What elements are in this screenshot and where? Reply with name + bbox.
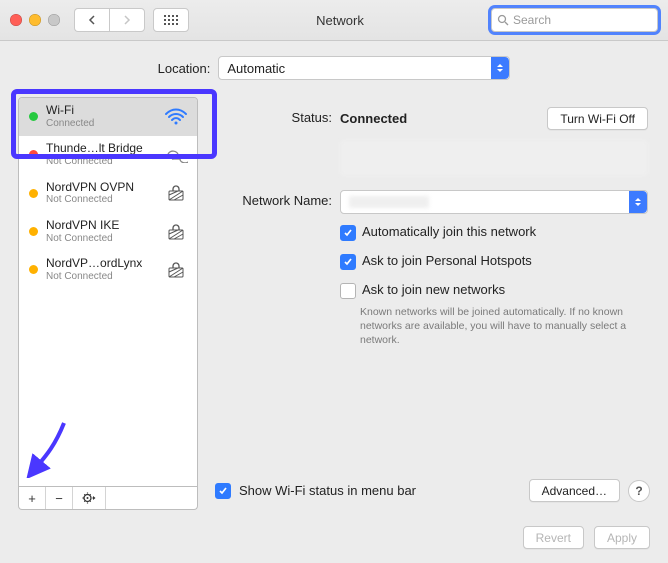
sidebar-item-vpn-ike[interactable]: NordVPN IKE Not Connected: [19, 213, 197, 251]
service-name: Wi-Fi: [46, 104, 155, 118]
new-networks-checkbox[interactable]: [340, 283, 356, 299]
service-sub: Not Connected: [46, 156, 155, 168]
vpn-lock-icon: [163, 223, 189, 241]
status-value: Connected: [340, 111, 407, 126]
menubar-checkbox[interactable]: [215, 483, 231, 499]
nav-back-forward: [74, 8, 145, 32]
auto-join-label: Automatically join this network: [362, 224, 536, 239]
hotspot-checkbox[interactable]: [340, 254, 356, 270]
network-name-row: Network Name:: [212, 190, 648, 214]
dropdown-caret-icon: [629, 191, 647, 213]
menubar-label: Show Wi-Fi status in menu bar: [239, 483, 416, 498]
sidebar: Wi-Fi Connected Thunde…lt Bridge Not Con…: [18, 97, 198, 510]
network-name-dropdown[interactable]: [340, 190, 648, 214]
vpn-lock-icon: [163, 261, 189, 279]
service-sub: Not Connected: [46, 233, 155, 245]
new-networks-row: Ask to join new networks: [340, 282, 648, 299]
action-bar-spacer: [106, 487, 197, 509]
sidebar-item-vpn-ovpn[interactable]: NordVPN OVPN Not Connected: [19, 175, 197, 213]
service-text: NordVP…ordLynx Not Connected: [46, 257, 155, 282]
network-name-value-redacted: [349, 196, 429, 208]
new-networks-label: Ask to join new networks: [362, 282, 505, 297]
status-dot-idle-icon: [29, 265, 38, 274]
apply-button[interactable]: Apply: [594, 526, 650, 549]
status-value-row: Connected Turn Wi-Fi Off: [340, 107, 648, 130]
window-title: Network: [197, 13, 483, 28]
back-button[interactable]: [74, 8, 109, 32]
forward-button[interactable]: [109, 8, 145, 32]
detail-panel: Status: Connected Turn Wi-Fi Off Network…: [212, 92, 650, 510]
gear-icon: [82, 492, 96, 504]
status-dot-off-icon: [29, 150, 38, 159]
help-button[interactable]: ?: [628, 480, 650, 502]
add-service-button[interactable]: +: [19, 487, 46, 509]
search-placeholder: Search: [513, 13, 551, 27]
search-icon: [497, 14, 509, 26]
status-dot-idle-icon: [29, 189, 38, 198]
service-options-button[interactable]: [73, 487, 106, 509]
service-list[interactable]: Wi-Fi Connected Thunde…lt Bridge Not Con…: [18, 97, 198, 487]
sidebar-item-wifi[interactable]: Wi-Fi Connected: [19, 98, 197, 136]
location-label: Location:: [158, 61, 211, 76]
status-detail-row: [212, 134, 648, 176]
service-action-bar: + −: [18, 487, 198, 510]
location-dropdown[interactable]: Automatic: [218, 56, 510, 80]
footer-buttons: Revert Apply: [523, 526, 650, 549]
wifi-off-button[interactable]: Turn Wi-Fi Off: [547, 107, 648, 130]
traffic-lights: [10, 14, 60, 26]
sidebar-item-vpn-lynx[interactable]: NordVP…ordLynx Not Connected: [19, 251, 197, 289]
hotspot-row: Ask to join Personal Hotspots: [340, 253, 648, 270]
titlebar: Network Search: [0, 0, 668, 41]
service-text: Wi-Fi Connected: [46, 104, 155, 129]
bottom-row: Show Wi-Fi status in menu bar Advanced… …: [215, 479, 650, 502]
service-sub: Not Connected: [46, 271, 155, 283]
close-window-icon[interactable]: [10, 14, 22, 26]
dropdown-caret-icon: [491, 57, 509, 79]
status-dot-idle-icon: [29, 227, 38, 236]
status-dot-connected-icon: [29, 112, 38, 121]
auto-join-row: Automatically join this network: [340, 224, 648, 241]
vpn-lock-icon: [163, 184, 189, 202]
status-label: Status:: [212, 107, 340, 125]
grid-icon: [164, 15, 178, 25]
new-networks-fineprint: Known networks will be joined automatica…: [360, 305, 638, 348]
minimize-window-icon[interactable]: [29, 14, 41, 26]
service-name: NordVP…ordLynx: [46, 257, 155, 271]
status-row: Status: Connected Turn Wi-Fi Off: [212, 107, 648, 130]
sidebar-item-thunderbolt[interactable]: Thunde…lt Bridge Not Connected: [19, 136, 197, 174]
service-sub: Not Connected: [46, 194, 155, 206]
thunderbolt-bridge-icon: [163, 147, 189, 163]
service-name: Thunde…lt Bridge: [46, 142, 155, 156]
revert-button[interactable]: Revert: [523, 526, 584, 549]
hotspot-label: Ask to join Personal Hotspots: [362, 253, 532, 268]
network-name-label: Network Name:: [212, 190, 340, 208]
show-all-button[interactable]: [153, 8, 189, 32]
status-detail-redacted: [340, 140, 648, 176]
advanced-button[interactable]: Advanced…: [529, 479, 620, 502]
location-row: Location: Automatic: [0, 41, 668, 92]
location-value: Automatic: [227, 61, 285, 76]
wifi-icon: [163, 108, 189, 126]
auto-join-checkbox[interactable]: [340, 225, 356, 241]
service-text: NordVPN IKE Not Connected: [46, 219, 155, 244]
search-field[interactable]: Search: [491, 8, 658, 32]
service-text: Thunde…lt Bridge Not Connected: [46, 142, 155, 167]
service-sub: Connected: [46, 118, 155, 130]
remove-service-button[interactable]: −: [46, 487, 73, 509]
service-name: NordVPN OVPN: [46, 181, 155, 195]
service-text: NordVPN OVPN Not Connected: [46, 181, 155, 206]
zoom-window-icon: [48, 14, 60, 26]
main-content: Wi-Fi Connected Thunde…lt Bridge Not Con…: [0, 92, 668, 510]
service-name: NordVPN IKE: [46, 219, 155, 233]
